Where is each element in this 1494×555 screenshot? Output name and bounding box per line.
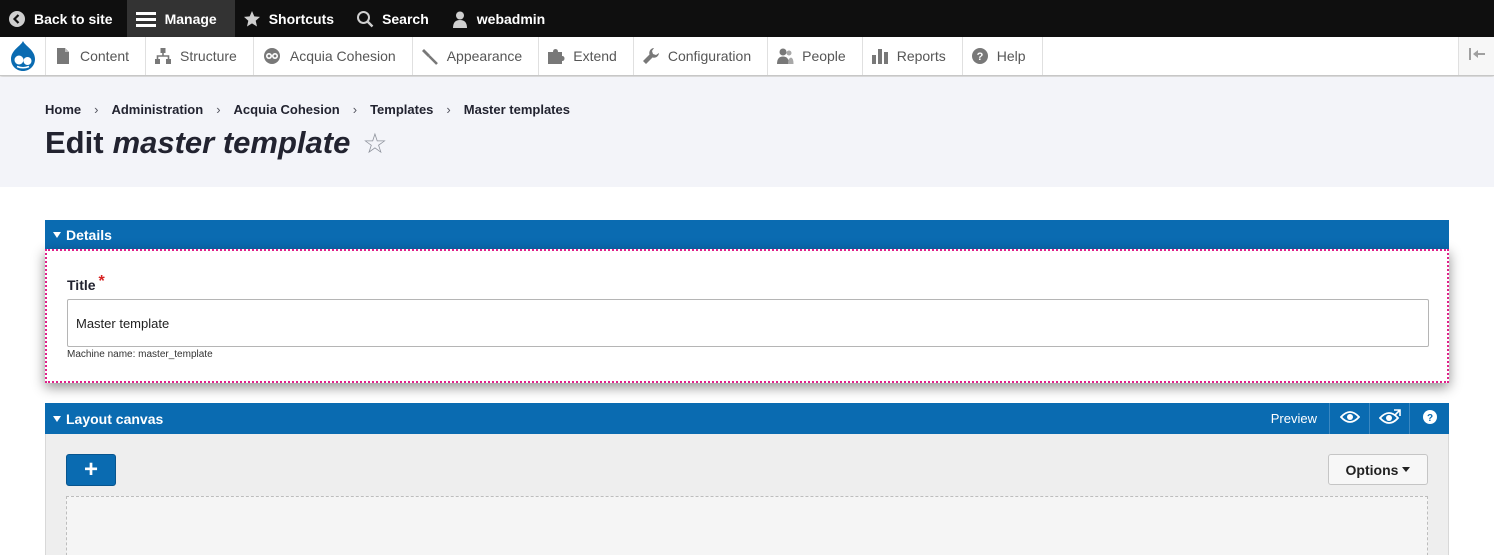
- breadcrumb-separator-icon: ›: [352, 102, 358, 117]
- page-title-prefix: Edit: [45, 125, 104, 160]
- breadcrumb-administration[interactable]: Administration: [111, 102, 203, 117]
- tray-item-label: Help: [996, 48, 1026, 64]
- preview-new-window-button[interactable]: [1369, 403, 1409, 434]
- tray-item-help[interactable]: ? Help: [963, 37, 1043, 75]
- preview-eye-button[interactable]: [1329, 403, 1369, 434]
- preview-label: Preview: [1270, 411, 1317, 426]
- required-marker: *: [98, 273, 105, 290]
- tray-item-label: Appearance: [446, 48, 523, 64]
- options-label: Options: [1345, 461, 1399, 478]
- collapse-arrow-icon: [1468, 47, 1486, 66]
- page-header: Home › Administration › Acquia Cohesion …: [0, 77, 1494, 187]
- tray-item-people[interactable]: People: [768, 37, 863, 75]
- options-button[interactable]: Options: [1328, 454, 1428, 485]
- layout-canvas-body: + Options: [45, 434, 1449, 555]
- drupal-logo-icon[interactable]: [0, 37, 46, 75]
- back-to-site-label: Back to site: [34, 10, 113, 27]
- admin-toolbar: Back to site Manage Shortcuts Search web…: [0, 0, 1494, 37]
- user-label: webadmin: [476, 10, 546, 27]
- tray-item-label: Acquia Cohesion: [289, 48, 396, 64]
- tray-orientation-toggle[interactable]: [1458, 37, 1494, 75]
- tray-item-extend[interactable]: Extend: [539, 37, 634, 75]
- canvas-help-button[interactable]: ?: [1409, 403, 1449, 434]
- breadcrumb-templates[interactable]: Templates: [370, 102, 433, 117]
- page-title: Edit master template ☆: [45, 125, 387, 161]
- help-icon: ?: [1422, 409, 1438, 428]
- manage-label: Manage: [164, 10, 217, 27]
- caret-down-icon: [53, 231, 61, 238]
- svg-text:?: ?: [1426, 413, 1432, 424]
- tray-item-label: Extend: [573, 48, 617, 64]
- canvas-dropzone[interactable]: [66, 496, 1428, 555]
- user-icon: [451, 10, 469, 28]
- tray-item-structure[interactable]: Structure: [146, 37, 254, 75]
- title-label-text: Title: [67, 277, 96, 293]
- tray-item-reports[interactable]: Reports: [863, 37, 963, 75]
- manage-tab[interactable]: Manage: [126, 0, 235, 37]
- breadcrumb-separator-icon: ›: [446, 102, 451, 117]
- breadcrumb-acquia-cohesion[interactable]: Acquia Cohesion: [234, 102, 340, 117]
- breadcrumb: Home › Administration › Acquia Cohesion …: [45, 102, 570, 117]
- hamburger-icon: [135, 10, 157, 28]
- cohesion-icon: [262, 47, 282, 65]
- layout-canvas-heading: Layout canvas: [66, 410, 164, 427]
- eye-external-icon: [1378, 409, 1401, 428]
- user-tab[interactable]: webadmin: [443, 0, 559, 37]
- breadcrumb-separator-icon: ›: [216, 102, 221, 117]
- puzzle-icon: [547, 47, 565, 65]
- admin-tray: Content Structure Acquia Cohesion Appear…: [0, 37, 1494, 76]
- search-icon: [356, 10, 374, 28]
- shortcuts-tab[interactable]: Shortcuts: [235, 0, 348, 37]
- page-title-emphasis: master template: [112, 125, 351, 160]
- tray-item-label: Reports: [896, 48, 946, 64]
- details-panel-body: Title* Machine name: master_template: [45, 249, 1449, 383]
- chevron-down-icon: [1402, 467, 1411, 472]
- machine-name: Machine name: master_template: [67, 349, 213, 360]
- file-icon: [54, 47, 72, 65]
- tray-item-label: People: [802, 48, 846, 64]
- back-to-site-link[interactable]: Back to site: [0, 0, 127, 37]
- help-icon: ?: [971, 47, 989, 65]
- tray-item-label: Configuration: [667, 48, 752, 64]
- breadcrumb-home[interactable]: Home: [45, 102, 81, 117]
- svg-text:?: ?: [976, 51, 983, 63]
- tray-item-acquia-cohesion[interactable]: Acquia Cohesion: [254, 37, 413, 75]
- layout-canvas-header[interactable]: Layout canvas Preview ?: [45, 403, 1449, 434]
- search-label: Search: [382, 10, 429, 27]
- tray-item-appearance[interactable]: Appearance: [413, 37, 540, 75]
- details-heading: Details: [66, 226, 112, 243]
- search-tab[interactable]: Search: [348, 0, 443, 37]
- people-icon: [776, 47, 794, 65]
- eye-icon: [1339, 410, 1360, 427]
- breadcrumb-master-templates[interactable]: Master templates: [464, 102, 570, 117]
- wrench-icon: [642, 47, 660, 65]
- breadcrumb-separator-icon: ›: [94, 102, 99, 117]
- chevron-left-circle-icon: [8, 10, 26, 28]
- tray-item-content[interactable]: Content: [46, 37, 147, 75]
- bar-chart-icon: [871, 47, 889, 65]
- title-input[interactable]: [67, 299, 1429, 347]
- shortcuts-label: Shortcuts: [268, 10, 335, 27]
- tray-item-label: Structure: [180, 48, 237, 64]
- details-panel-header[interactable]: Details: [45, 220, 1449, 249]
- caret-down-icon: [53, 415, 61, 422]
- tray-item-configuration[interactable]: Configuration: [634, 37, 769, 75]
- sitemap-icon: [154, 47, 172, 65]
- star-icon: [243, 10, 261, 28]
- shortcut-star-icon[interactable]: ☆: [362, 127, 387, 160]
- paintbrush-icon: [421, 47, 439, 65]
- title-label: Title *: [67, 273, 105, 295]
- tray-item-label: Content: [80, 48, 130, 64]
- add-element-button[interactable]: +: [66, 454, 116, 486]
